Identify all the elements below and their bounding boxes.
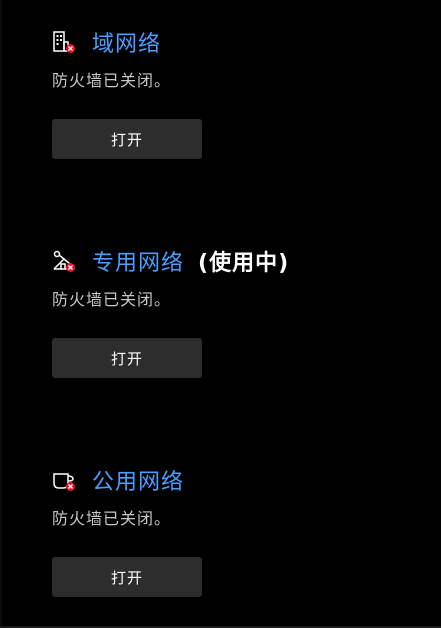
private-network-link[interactable]: 专用网络 [92, 245, 184, 277]
domain-network-icon [52, 30, 76, 54]
private-network-status: 防火墙已关闭。 [52, 290, 172, 309]
private-network-header: 专用网络 (使用中) [52, 246, 412, 276]
public-network-link[interactable]: 公用网络 [92, 464, 184, 496]
public-network-section: 公用网络 防火墙已关闭。 打开 [52, 465, 412, 597]
domain-network-section: 域网络 防火墙已关闭。 打开 [52, 27, 412, 159]
domain-network-link[interactable]: 域网络 [92, 26, 161, 58]
private-network-icon [52, 249, 76, 273]
public-network-status: 防火墙已关闭。 [52, 509, 172, 528]
domain-network-turn-on-button[interactable]: 打开 [52, 119, 202, 159]
public-network-header: 公用网络 [52, 465, 412, 495]
in-use-label: (使用中) [198, 251, 290, 276]
public-network-icon [52, 468, 76, 492]
public-network-turn-on-button[interactable]: 打开 [52, 557, 202, 597]
private-network-section: 专用网络 (使用中) 防火墙已关闭。 打开 [52, 246, 412, 378]
private-network-turn-on-button[interactable]: 打开 [52, 338, 202, 378]
domain-network-header: 域网络 [52, 27, 412, 57]
left-edge [0, 0, 2, 628]
domain-network-status: 防火墙已关闭。 [52, 71, 172, 90]
